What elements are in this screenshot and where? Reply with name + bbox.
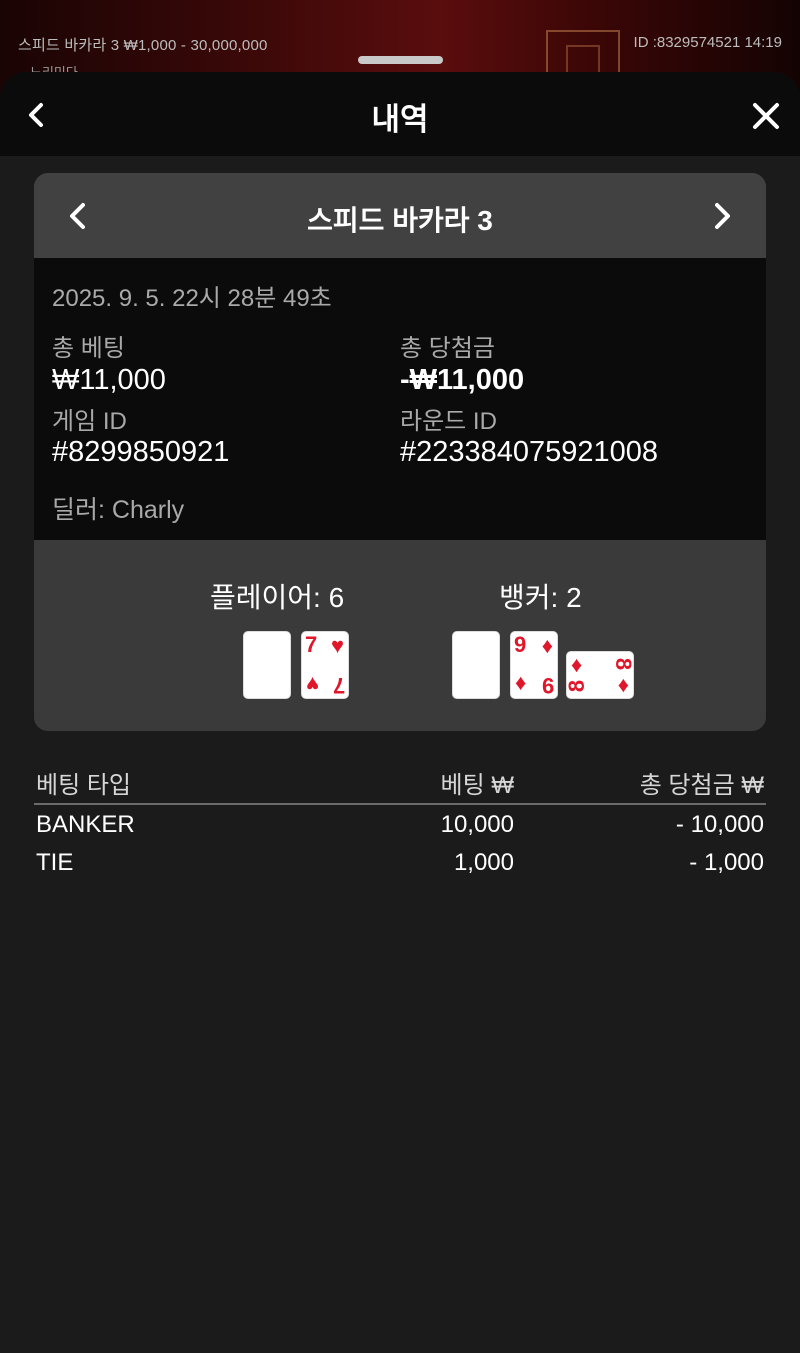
total-bet-label: 총 베팅 xyxy=(52,335,125,362)
heart-icon: ♥ xyxy=(330,633,344,658)
card-rank: 5 xyxy=(456,632,469,657)
diamond-icon: ♦ xyxy=(571,652,583,677)
card-rank: 9 xyxy=(541,673,554,698)
card-header: 스피드 바카라 3 xyxy=(34,173,766,258)
table-cell-bet: 1,000 xyxy=(453,849,514,876)
column-header-bet-amount: 베팅 ₩ xyxy=(440,772,514,799)
header-divider xyxy=(34,803,766,805)
diamond-icon: ♦ xyxy=(515,672,527,697)
card-rank: 9 xyxy=(247,632,260,657)
round-id-value: #223384075921008 xyxy=(400,436,659,468)
round-id-label: 라운드 ID xyxy=(400,408,497,435)
spade-icon: ♠ xyxy=(274,633,286,658)
card-rank: 9 xyxy=(274,673,287,698)
background-table-title: 스피드 바카라 3 ₩1,000 - 30,000,000 xyxy=(18,37,268,54)
total-win-label: 총 당첨금 xyxy=(400,335,495,362)
card-rank: 7 xyxy=(305,632,318,657)
card-rank: 5 xyxy=(483,673,496,698)
game-title: 스피드 바카라 3 xyxy=(307,205,493,236)
card-rank: 8 xyxy=(564,679,590,693)
total-win-value: -₩11,000 xyxy=(400,364,525,396)
column-header-bet-type: 베팅 타입 xyxy=(36,772,131,799)
player-card-1: 9 ♠ 9 ♠ xyxy=(244,632,290,698)
table-cell-win: - 10,000 xyxy=(675,811,764,838)
total-bet-value: ₩11,000 xyxy=(52,364,166,396)
player-score: 플레이어: 6 xyxy=(210,582,345,613)
card-rank: 9 xyxy=(514,632,527,657)
table-cell-bet: 10,000 xyxy=(440,811,514,838)
round-result: 플레이어: 6 뱅커: 2 9 ♠ 9 ♠ 7 ♥ 7 ♥ 5 ♣ 5 ♣ 9 xyxy=(34,540,766,731)
background-id-text: ID :8329574521 14:19 xyxy=(633,34,782,51)
table-cell-win: - 1,000 xyxy=(689,849,764,876)
spade-icon: ♠ xyxy=(248,672,260,697)
close-icon[interactable] xyxy=(750,100,782,132)
history-sheet: 내역 스피드 바카라 3 2025. 9. 5. 22시 28분 49초 총 베… xyxy=(0,72,800,1353)
column-header-total-win: 총 당첨금 ₩ xyxy=(639,772,764,799)
dealer-name: 딜러: Charly xyxy=(52,496,185,524)
game-id-value: #8299850921 xyxy=(52,436,230,468)
banker-card-3: 8 ♦ 8 ♦ xyxy=(564,652,636,698)
diamond-icon: ♦ xyxy=(617,672,629,697)
drag-handle[interactable] xyxy=(358,56,443,64)
card-rank: 7 xyxy=(332,673,345,698)
card-rank: 8 xyxy=(610,657,636,671)
heart-icon: ♥ xyxy=(306,672,320,697)
round-date: 2025. 9. 5. 22시 28분 49초 xyxy=(52,285,332,312)
banker-card-2: 9 ♦ 9 ♦ xyxy=(511,632,557,698)
table-cell-type: TIE xyxy=(36,849,74,876)
club-icon: ♣ xyxy=(480,633,495,658)
table-cell-type: BANKER xyxy=(36,811,135,838)
game-id-label: 게임 ID xyxy=(52,408,127,435)
club-icon: ♣ xyxy=(457,672,472,697)
round-details: 2025. 9. 5. 22시 28분 49초 총 베팅 ₩11,000 총 당… xyxy=(34,258,766,540)
round-card: 스피드 바카라 3 2025. 9. 5. 22시 28분 49초 총 베팅 ₩… xyxy=(34,173,766,731)
next-round-icon[interactable] xyxy=(706,199,738,233)
banker-score: 뱅커: 2 xyxy=(499,582,582,613)
sheet-header: 내역 xyxy=(0,72,800,156)
diamond-icon: ♦ xyxy=(541,633,553,658)
page-title: 내역 xyxy=(371,102,429,137)
player-card-2: 7 ♥ 7 ♥ xyxy=(302,632,348,698)
banker-card-1: 5 ♣ 5 ♣ xyxy=(453,632,499,698)
